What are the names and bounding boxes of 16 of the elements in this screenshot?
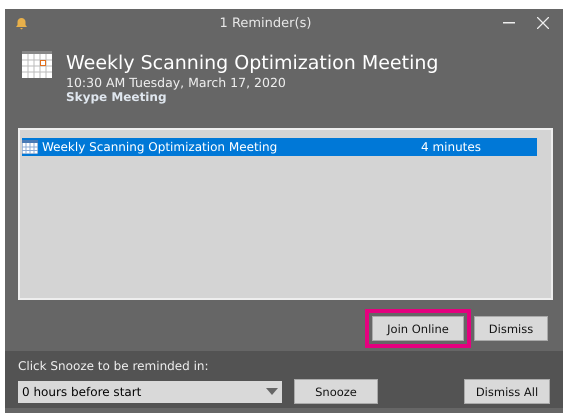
window-title: 1 Reminder(s) [218, 16, 312, 30]
snooze-prompt: Click Snooze to be reminded in: [18, 359, 210, 373]
meeting-location: Skype Meeting [66, 90, 168, 104]
minimize-icon[interactable] [503, 22, 515, 24]
calendar-icon [22, 51, 52, 78]
dismiss-all-button[interactable]: Dismiss All [464, 379, 550, 404]
close-icon[interactable] [537, 17, 549, 29]
reminder-row[interactable]: Weekly Scanning Optimization Meeting 4 minutes [22, 138, 537, 156]
caret-icon [266, 388, 278, 395]
snooze-button[interactable]: Snooze [294, 379, 378, 404]
meeting-time: 10:30 AM Tuesday, March 17, 2020 [66, 75, 287, 90]
snooze-dropdown[interactable]: 0 hours before start [18, 380, 282, 402]
meeting-title: Weekly Scanning Optimization Meeting [66, 51, 438, 75]
bell-icon [15, 16, 28, 30]
dismiss-button[interactable]: Dismiss [474, 316, 548, 341]
calendar-icon [22, 140, 38, 154]
